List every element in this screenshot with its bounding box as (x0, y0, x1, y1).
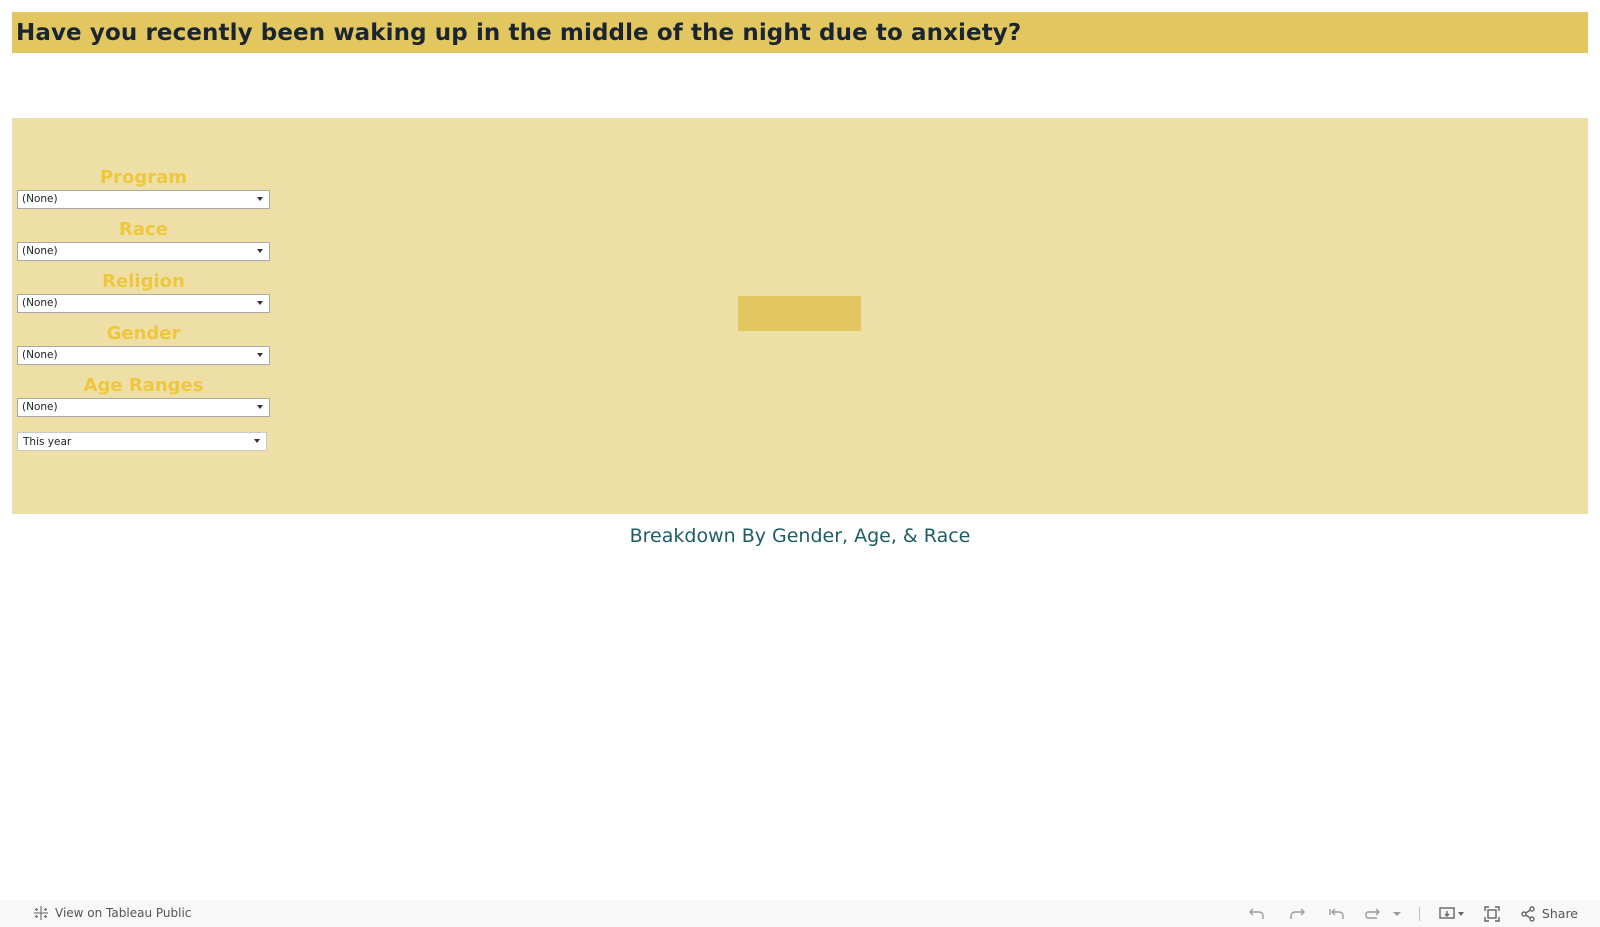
filter-label-religion: Religion (102, 271, 185, 292)
download-icon (1439, 906, 1464, 919)
gender-dropdown[interactable]: (None) (17, 346, 270, 365)
refresh-options-button[interactable] (1387, 900, 1407, 927)
fullscreen-button[interactable] (1472, 900, 1512, 927)
filter-label-program: Program (99, 167, 188, 188)
view-on-tableau-public-link[interactable]: View on Tableau Public (32, 904, 191, 922)
share-button[interactable]: Share (1512, 900, 1600, 927)
empty-result-mark (738, 296, 861, 331)
chevron-down-icon (257, 249, 263, 253)
program-dropdown[interactable]: (None) (17, 190, 270, 209)
filter-date: This year (17, 432, 270, 451)
race-dropdown-value: (None) (22, 245, 58, 257)
filter-label-race: Race (119, 219, 168, 240)
dashboard-title: Have you recently been waking up in the … (16, 19, 1022, 46)
gender-dropdown-value: (None) (22, 349, 58, 361)
date-range-dropdown-value: This year (23, 436, 72, 448)
dashboard-title-bar: Have you recently been waking up in the … (12, 12, 1588, 53)
view-on-tableau-public-label: View on Tableau Public (55, 906, 192, 920)
race-dropdown[interactable]: (None) (17, 242, 270, 261)
toolbar-actions: Share (1237, 900, 1600, 927)
chevron-down-icon (257, 353, 263, 357)
filter-religion: Religion (None) (17, 270, 270, 313)
share-label: Share (1541, 906, 1578, 921)
chevron-down-icon (257, 405, 263, 409)
date-range-dropdown[interactable]: This year (17, 432, 267, 451)
age-ranges-dropdown[interactable]: (None) (17, 398, 270, 417)
download-button[interactable] (1432, 900, 1472, 927)
redo-button[interactable] (1277, 900, 1317, 927)
program-dropdown-value: (None) (22, 193, 58, 205)
filter-race: Race (None) (17, 218, 270, 261)
chevron-down-icon (257, 301, 263, 305)
filter-age-ranges: Age Ranges (None) (17, 374, 270, 417)
refresh-button[interactable] (1357, 900, 1387, 927)
age-ranges-dropdown-value: (None) (22, 401, 58, 413)
fullscreen-icon (1484, 905, 1500, 922)
revert-icon (1329, 908, 1344, 919)
breakdown-section-title: Breakdown By Gender, Age, & Race (629, 525, 971, 547)
chevron-down-icon (254, 439, 260, 443)
filter-program: Program (None) (17, 166, 270, 209)
undo-button[interactable] (1237, 900, 1277, 927)
tableau-logo-icon (34, 906, 48, 920)
revert-button[interactable] (1317, 900, 1357, 927)
share-icon (1521, 905, 1535, 922)
filter-gender: Gender (None) (17, 322, 270, 365)
redo-icon (1290, 908, 1305, 919)
filter-label-age-ranges: Age Ranges (83, 375, 204, 396)
filter-label-gender: Gender (106, 323, 181, 344)
undo-icon (1248, 908, 1264, 919)
religion-dropdown[interactable]: (None) (17, 294, 270, 313)
toolbar-divider (1418, 906, 1420, 921)
chevron-down-icon (257, 197, 263, 201)
tableau-toolbar: View on Tableau Public Share (0, 900, 1600, 927)
chevron-down-icon (1392, 911, 1401, 916)
religion-dropdown-value: (None) (22, 297, 58, 309)
refresh-icon (1365, 908, 1380, 919)
